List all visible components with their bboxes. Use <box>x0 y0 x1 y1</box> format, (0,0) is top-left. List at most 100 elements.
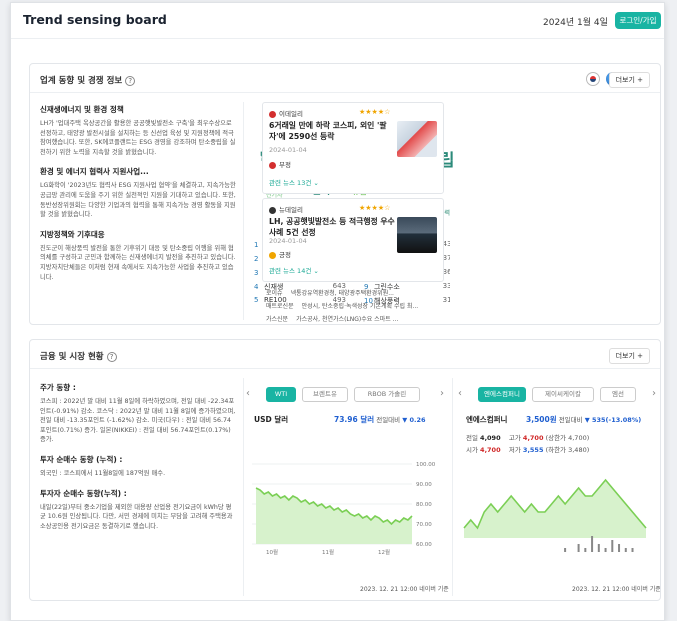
news-card[interactable]: 이데일리 ★★★★☆ 6거래일 만에 하락 코스피, 외인 '팔자'에 2590선 … <box>262 102 444 194</box>
tab-2[interactable]: RBOB 가솔린 <box>354 387 420 402</box>
volume-bar <box>597 544 600 552</box>
tab-0[interactable]: 엔에스컴퍼니 <box>478 387 526 402</box>
market-summary-body: 외국인 : 코스피에서 11월8일에 187억원 매수. <box>40 469 166 477</box>
market-summary-title: 투자자 순매수 동향(누적) : <box>40 488 127 498</box>
prev-arrow-icon[interactable]: ‹ <box>458 388 462 399</box>
volume-bar <box>584 548 587 552</box>
news-summary-title[interactable]: 신재생에너지 및 환경 정책 <box>40 104 238 115</box>
related-news-title: 안성시, 탄소중립·녹색성장 기본계획 수립 최... <box>301 303 419 310</box>
rank-count: 337 <box>442 282 450 290</box>
news-summary-list: 신재생에너지 및 환경 정책 LH가 '업대주택 옥상공간을 활용한 공공햇빛발전… <box>40 104 238 320</box>
volume-bar <box>577 544 580 552</box>
sentiment-icon <box>269 161 276 169</box>
current-date: 2024년 1월 4일 <box>543 18 608 28</box>
stock-row-2: 시가 4,700 저가 3,555 (하한가 3,480) <box>466 446 590 454</box>
stock-area-chart <box>463 478 647 552</box>
app-window: Trend sensing board 2024년 1월 4일 로그인/가입 업… <box>10 2 665 621</box>
rank-count: 312 <box>442 296 450 304</box>
related-news-item[interactable]: 가스신문 가스공사, 천연가스(LNG)수요 스마트 ... <box>266 314 406 323</box>
x-tick-label: 10월 <box>266 548 278 556</box>
y-tick-label: 60.00 <box>416 542 432 548</box>
stock-footer: 2023. 12. 21 12:00 네이버 기준 <box>572 586 661 593</box>
related-news-title: 넥통강유역환경청, 태양광주택환경위원... <box>290 290 394 297</box>
rating-stars: ★★★★☆ <box>359 204 391 212</box>
news-card-date: 2024-01-04 <box>269 237 307 245</box>
rank-number: 5 <box>254 296 259 304</box>
news-summary-title[interactable]: 환경 및 에너지 협력사 지원사업... <box>40 166 238 177</box>
news-source: 뉴데일리 <box>269 204 303 214</box>
sentiment-icon <box>269 251 276 259</box>
related-news-toggle[interactable]: 관련 뉴스 14건 ⌄ <box>269 265 319 275</box>
news-summary-body: LH가 '업대주택 옥상공간을 활용한 공공햇빛발전소 구축'을 최우수상으로 … <box>40 120 236 156</box>
news-source-name: 뉴데일리 <box>279 206 303 214</box>
related-news-title: 가스공사, 천연가스(LNG)수요 스마트 ... <box>296 316 399 323</box>
sentiment-label: 부정 <box>279 161 291 169</box>
market-summary-title: 투자 순매수 동향 (누적) : <box>40 454 123 464</box>
news-card-date: 2024-01-04 <box>269 146 307 154</box>
y-tick-label: 90.00 <box>416 482 432 488</box>
y-tick-label: 100.00 <box>416 462 436 468</box>
stock-name: 엔에스컴퍼니 <box>466 415 508 424</box>
finance-more-button[interactable]: 더보기 + <box>608 348 650 364</box>
korea-flag-icon[interactable] <box>586 72 600 86</box>
volume-bar <box>611 540 614 552</box>
news-source-name: 이데일리 <box>279 110 303 118</box>
related-news-item[interactable]: 로이슈 넥통강유역환경청, 태양광주택환경위원... <box>266 288 402 297</box>
volume-bar <box>604 548 607 552</box>
finance-panel-title: 금융 및 시장 현황? <box>40 350 117 362</box>
news-summary-title[interactable]: 지방정책와 기후대응 <box>40 229 238 240</box>
news-card-title[interactable]: LH, 공공햇빛발전소 등 적극행정 우수사례 5건 선정 <box>269 216 397 238</box>
news-card-title[interactable]: 6거래일 만에 하락 코스피, 외인 '팔자'에 2590선 등락 <box>269 120 397 142</box>
tab-1[interactable]: 제이씨케이칼 <box>532 387 594 402</box>
help-icon[interactable]: ? <box>125 75 136 86</box>
source-logo-icon <box>269 206 276 214</box>
volume-bar <box>591 536 594 552</box>
next-arrow-icon[interactable]: › <box>440 388 444 399</box>
app-title: Trend sensing board <box>23 12 167 27</box>
stock-row-1: 전일 4,090 고가 4,700 (상한가 4,700) <box>466 434 590 442</box>
y-tick-label: 80.00 <box>416 502 432 508</box>
rank-number: 4 <box>254 283 259 291</box>
related-news-toggle[interactable]: 관련 뉴스 13건 ⌄ <box>269 177 319 187</box>
fx-name: USD 달러 <box>254 415 289 424</box>
source-logo-icon <box>269 110 276 118</box>
login-button[interactable]: 로그인/가입 <box>615 12 661 29</box>
market-summary-body: 내일(22일)부터 중소기업을 제외한 대용량 산업용 전기요금이 kWh당 평… <box>40 503 233 530</box>
sentiment-badge: 긍정 <box>269 249 291 259</box>
help-icon[interactable]: ? <box>106 351 117 362</box>
market-summary: 주가 동향 : 코스피 : 2022년 말 대비 11월 8일에 하락하였으며, … <box>40 382 236 596</box>
volume-bar <box>564 548 567 552</box>
market-summary-title: 주가 동향 : <box>40 383 76 392</box>
tab-0[interactable]: WTI <box>266 387 296 402</box>
fx-quote: 73.96 달러 전일대비 ▼ 0.26 <box>334 415 426 424</box>
fx-area-chart: 100.00 90.00 80.00 70.00 60.00 10월 11월 12월 <box>252 462 436 556</box>
volume-bar <box>624 548 627 552</box>
x-tick-label: 11월 <box>322 548 334 556</box>
stock-quote: 3,500원 전일대비 ▼ 535(-13.08%) <box>526 415 642 424</box>
related-news-source: 매트로신문 <box>266 303 294 310</box>
fx-footer: 2023. 12. 21 12:00 네이버 기준 <box>360 586 449 593</box>
x-tick-label: 12월 <box>378 548 390 556</box>
sentiment-label: 긍정 <box>279 251 291 259</box>
stock-area <box>464 480 646 538</box>
rating-stars: ★★★★☆ <box>359 108 391 116</box>
industry-panel: 업계 동향 및 경쟁 정보? 더보기 + 신재생에너지 및 환경 정책 LH가 '… <box>29 63 661 325</box>
news-thumbnail <box>397 217 437 253</box>
related-news-source: 로이슈 <box>266 290 283 297</box>
finance-panel: 금융 및 시장 현황? 더보기 + 주가 동향 : 코스피 : 2022년 말 대… <box>29 339 661 601</box>
tab-1[interactable]: 브렌트유 <box>302 387 348 402</box>
industry-more-button[interactable]: 더보기 + <box>608 72 650 88</box>
news-summary-body: 진도군이 해상풍력 발전을 통한 기후위기 대응 및 탄소중립 이행을 위해 협… <box>40 244 236 281</box>
sentiment-badge: 부정 <box>269 159 291 169</box>
tab-2[interactable]: 엠선 <box>600 387 636 402</box>
related-news-item[interactable]: 매트로신문 안성시, 탄소중립·녹색성장 기본계획 수립 최... <box>266 301 426 310</box>
volume-bar <box>618 544 621 552</box>
news-source: 이데일리 <box>269 108 303 118</box>
market-summary-body: 코스피 : 2022년 말 대비 11월 8일에 하락하였으며, 전일 대비 -… <box>40 398 236 444</box>
related-news-source: 가스신문 <box>266 316 289 323</box>
news-card[interactable]: 뉴데일리 ★★★★☆ LH, 공공햇빛발전소 등 적극행정 우수사례 5건 선정 20… <box>262 198 444 282</box>
y-tick-label: 70.00 <box>416 522 432 528</box>
next-arrow-icon[interactable]: › <box>652 388 656 399</box>
news-summary-body: LG화학이 '2023년도 협력사 ESG 지원사업 협약'을 체결하고, 지속… <box>40 182 236 219</box>
prev-arrow-icon[interactable]: ‹ <box>246 388 250 399</box>
